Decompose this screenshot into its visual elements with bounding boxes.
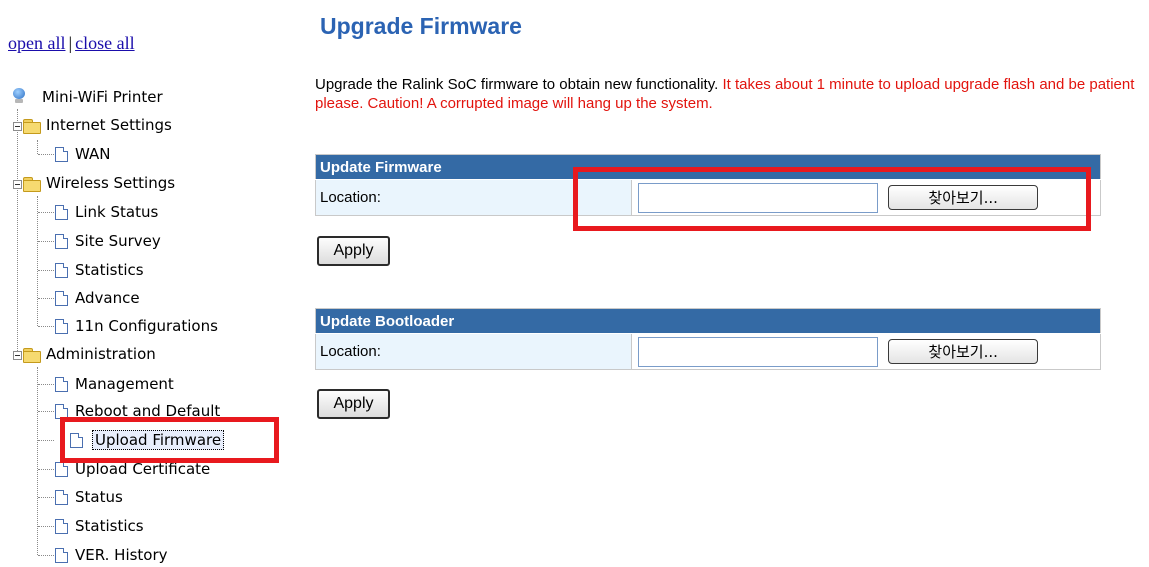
printer-globe-icon: [12, 88, 26, 104]
tree-item-site-survey[interactable]: Site Survey: [75, 229, 161, 253]
tree-item-wireless-statistics[interactable]: Statistics: [75, 258, 144, 282]
bootloader-file-input[interactable]: [638, 336, 878, 367]
page-icon: [55, 263, 68, 278]
page-icon: [55, 234, 68, 249]
tree-line: [38, 411, 54, 412]
bootloader-browse-button[interactable]: 찾아보기...: [888, 339, 1039, 364]
tree-line: [38, 154, 54, 155]
tree-root-mini-wifi-printer[interactable]: Mini-WiFi Printer: [42, 85, 163, 109]
firmware-apply-button[interactable]: Apply: [317, 236, 390, 266]
folder-open-icon: [23, 348, 41, 363]
tree-line: [38, 555, 54, 556]
page-icon: [55, 377, 68, 392]
page-icon: [55, 147, 68, 162]
tree-line: [38, 469, 54, 470]
update-bootloader-table: Update Bootloader Location: 찾아보기...: [315, 308, 1101, 370]
tree-line: [38, 497, 54, 498]
tree-item-status[interactable]: Status: [75, 485, 123, 509]
tree-line: [38, 526, 54, 527]
page-icon: [55, 319, 68, 334]
tree-line: [38, 270, 54, 271]
tree-item-wan[interactable]: WAN: [75, 142, 111, 166]
bootloader-file-field: 찾아보기...: [631, 333, 1101, 370]
highlight-box-upload-firmware: [60, 417, 279, 463]
highlight-box-firmware-location: [573, 167, 1091, 231]
page-icon: [55, 291, 68, 306]
tree-item-11n-configurations[interactable]: 11n Configurations: [75, 314, 218, 338]
page-icon: [55, 519, 68, 534]
page-icon: [55, 490, 68, 505]
main-content: Upgrade Firmware Upgrade the Ralink SoC …: [300, 0, 1149, 562]
collapse-wireless-settings-icon[interactable]: [13, 180, 22, 189]
tree-folder-internet-settings[interactable]: Internet Settings: [46, 113, 172, 137]
tree-item-link-status[interactable]: Link Status: [75, 200, 158, 224]
folder-open-icon: [23, 177, 41, 192]
bootloader-apply-button[interactable]: Apply: [317, 389, 390, 419]
open-all-link[interactable]: open all: [8, 33, 65, 53]
tree-folder-wireless-settings[interactable]: Wireless Settings: [46, 171, 175, 195]
page-description: Upgrade the Ralink SoC firmware to obtai…: [315, 75, 1149, 113]
tree-item-ver-history[interactable]: VER. History: [75, 543, 168, 567]
link-separator: |: [68, 33, 73, 53]
tree-line: [37, 140, 38, 154]
page-icon: [55, 462, 68, 477]
tree-item-admin-statistics[interactable]: Statistics: [75, 514, 144, 538]
navigation-tree: open all | close all Mini-WiFi Printer Int…: [0, 0, 300, 564]
tree-line: [38, 326, 54, 327]
tree-line: [38, 384, 54, 385]
collapse-internet-settings-icon[interactable]: [13, 122, 22, 131]
tree-line: [37, 196, 38, 326]
page-title: Upgrade Firmware: [320, 13, 522, 39]
close-all-link[interactable]: close all: [75, 33, 134, 53]
page-icon: [55, 548, 68, 563]
tree-toggle-links: open all | close all: [8, 33, 135, 54]
description-text: Upgrade the Ralink SoC firmware to obtai…: [315, 76, 723, 93]
update-bootloader-header: Update Bootloader: [315, 308, 1101, 334]
folder-open-icon: [23, 119, 41, 134]
tree-line: [38, 241, 54, 242]
tree-item-management[interactable]: Management: [75, 372, 174, 396]
tree-line: [38, 298, 54, 299]
collapse-administration-icon[interactable]: [13, 351, 22, 360]
tree-line: [17, 109, 18, 355]
tree-folder-administration[interactable]: Administration: [46, 342, 156, 366]
tree-line: [38, 212, 54, 213]
tree-item-advance[interactable]: Advance: [75, 286, 140, 310]
page-icon: [55, 205, 68, 220]
tree-line: [38, 440, 54, 441]
bootloader-location-label: Location:: [315, 333, 632, 370]
